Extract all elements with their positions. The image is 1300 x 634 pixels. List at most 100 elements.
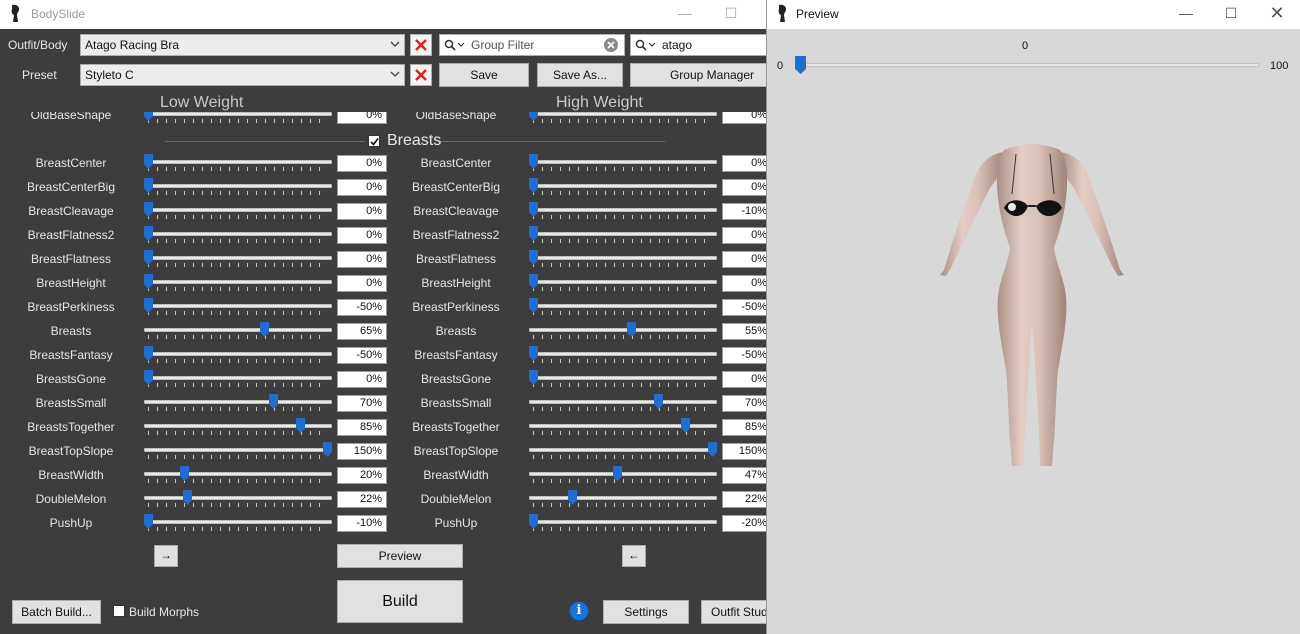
- close-icon[interactable]: ✕: [1254, 0, 1300, 29]
- high-weight-value[interactable]: 22%: [722, 491, 766, 508]
- high-weight-slider[interactable]: [529, 274, 717, 294]
- copy-low-to-high-button[interactable]: →: [154, 545, 178, 567]
- low-weight-slider[interactable]: [144, 346, 332, 366]
- category-checkbox[interactable]: [368, 135, 380, 147]
- high-weight-value[interactable]: -50%: [722, 299, 766, 316]
- low-weight-slider[interactable]: [144, 202, 332, 222]
- high-weight-value[interactable]: 70%: [722, 395, 766, 412]
- high-weight-value[interactable]: 0%: [722, 155, 766, 172]
- batch-build-button[interactable]: Batch Build...: [12, 600, 101, 624]
- chevron-down-icon: [390, 41, 400, 47]
- low-weight-slider[interactable]: [144, 322, 332, 342]
- low-weight-value[interactable]: 85%: [337, 419, 387, 436]
- group-filter-input[interactable]: Group Filter: [439, 34, 625, 56]
- slider-name-high: DoubleMelon: [420, 492, 492, 506]
- minimize-icon[interactable]: —: [1163, 0, 1209, 29]
- build-button[interactable]: Build: [337, 580, 463, 623]
- high-weight-value[interactable]: 150%: [722, 443, 766, 460]
- maximize-icon[interactable]: ☐: [708, 0, 754, 29]
- settings-button[interactable]: Settings: [603, 600, 689, 624]
- high-weight-slider[interactable]: [529, 490, 717, 510]
- low-weight-slider[interactable]: [144, 298, 332, 318]
- delete-preset-button[interactable]: [410, 64, 432, 86]
- low-weight-value[interactable]: 0%: [337, 155, 387, 172]
- high-weight-slider[interactable]: [529, 154, 717, 174]
- high-weight-slider[interactable]: [529, 346, 717, 366]
- low-weight-slider[interactable]: [144, 274, 332, 294]
- body-model-render[interactable]: [932, 140, 1132, 470]
- clear-search-icon[interactable]: [604, 38, 618, 52]
- low-weight-slider[interactable]: [144, 112, 332, 126]
- low-weight-value[interactable]: 0%: [337, 227, 387, 244]
- build-morphs-checkbox[interactable]: [113, 605, 125, 617]
- high-weight-value[interactable]: -10%: [722, 203, 766, 220]
- group-manager-button[interactable]: Group Manager: [630, 63, 766, 87]
- high-weight-slider[interactable]: [529, 418, 717, 438]
- clear-outfit-button[interactable]: [410, 34, 432, 56]
- low-weight-value[interactable]: 22%: [337, 491, 387, 508]
- low-weight-value[interactable]: 0%: [337, 275, 387, 292]
- high-weight-value[interactable]: -20%: [722, 515, 766, 532]
- high-weight-slider[interactable]: [529, 226, 717, 246]
- high-weight-value[interactable]: -50%: [722, 347, 766, 364]
- maximize-icon[interactable]: ☐: [1208, 0, 1254, 29]
- preset-dropdown[interactable]: Styleto C: [80, 64, 405, 86]
- high-weight-value[interactable]: 0%: [722, 275, 766, 292]
- high-weight-slider[interactable]: [529, 202, 717, 222]
- low-weight-value[interactable]: 65%: [337, 323, 387, 340]
- high-weight-slider[interactable]: [529, 442, 717, 462]
- low-weight-slider[interactable]: [144, 490, 332, 510]
- slider-name-high: BreastFlatness2: [412, 228, 500, 242]
- low-weight-slider[interactable]: [144, 370, 332, 390]
- high-weight-slider[interactable]: [529, 178, 717, 198]
- low-weight-value[interactable]: 0%: [337, 112, 387, 124]
- low-weight-value[interactable]: 0%: [337, 179, 387, 196]
- weight-slider-track[interactable]: [797, 63, 1259, 67]
- high-weight-value[interactable]: 85%: [722, 419, 766, 436]
- low-weight-slider[interactable]: [144, 466, 332, 486]
- low-weight-value[interactable]: 0%: [337, 371, 387, 388]
- high-weight-value[interactable]: 0%: [722, 371, 766, 388]
- outfit-body-dropdown[interactable]: Atago Racing Bra: [80, 34, 405, 56]
- low-weight-value[interactable]: 0%: [337, 251, 387, 268]
- high-weight-slider[interactable]: [529, 466, 717, 486]
- save-button[interactable]: Save: [439, 63, 529, 87]
- high-weight-slider[interactable]: [529, 322, 717, 342]
- high-weight-slider[interactable]: [529, 298, 717, 318]
- high-weight-value[interactable]: 0%: [722, 179, 766, 196]
- high-weight-value[interactable]: 47%: [722, 467, 766, 484]
- outfit-studio-button[interactable]: Outfit Studi: [701, 600, 766, 624]
- info-icon[interactable]: i: [569, 601, 589, 621]
- low-weight-slider[interactable]: [144, 394, 332, 414]
- low-weight-slider[interactable]: [144, 178, 332, 198]
- high-weight-value[interactable]: 0%: [722, 227, 766, 244]
- high-weight-slider[interactable]: [529, 250, 717, 270]
- high-weight-value[interactable]: 0%: [722, 251, 766, 268]
- slider-name-low: BreastCleavage: [28, 204, 114, 218]
- low-weight-slider[interactable]: [144, 250, 332, 270]
- low-weight-slider[interactable]: [144, 442, 332, 462]
- high-weight-slider[interactable]: [529, 370, 717, 390]
- low-weight-slider[interactable]: [144, 226, 332, 246]
- low-weight-value[interactable]: 70%: [337, 395, 387, 412]
- low-weight-value[interactable]: 0%: [337, 203, 387, 220]
- low-weight-slider[interactable]: [144, 418, 332, 438]
- save-as-button[interactable]: Save As...: [537, 63, 623, 87]
- low-weight-value[interactable]: 20%: [337, 467, 387, 484]
- low-weight-value[interactable]: 150%: [337, 443, 387, 460]
- high-weight-value[interactable]: 55%: [722, 323, 766, 340]
- copy-high-to-low-button[interactable]: ←: [622, 545, 646, 567]
- low-weight-slider[interactable]: [144, 154, 332, 174]
- low-weight-value[interactable]: -50%: [337, 299, 387, 316]
- minimize-icon[interactable]: —: [662, 0, 708, 29]
- low-weight-slider[interactable]: [144, 514, 332, 534]
- low-weight-value[interactable]: -50%: [337, 347, 387, 364]
- high-weight-value[interactable]: 0%: [722, 112, 766, 124]
- preview-button[interactable]: Preview: [337, 544, 463, 568]
- high-weight-slider[interactable]: [529, 394, 717, 414]
- high-weight-slider[interactable]: [529, 514, 717, 534]
- weight-slider-thumb[interactable]: [795, 56, 806, 74]
- low-weight-value[interactable]: -10%: [337, 515, 387, 532]
- outfit-filter-input[interactable]: atago: [630, 34, 766, 56]
- high-weight-slider[interactable]: [529, 112, 717, 126]
